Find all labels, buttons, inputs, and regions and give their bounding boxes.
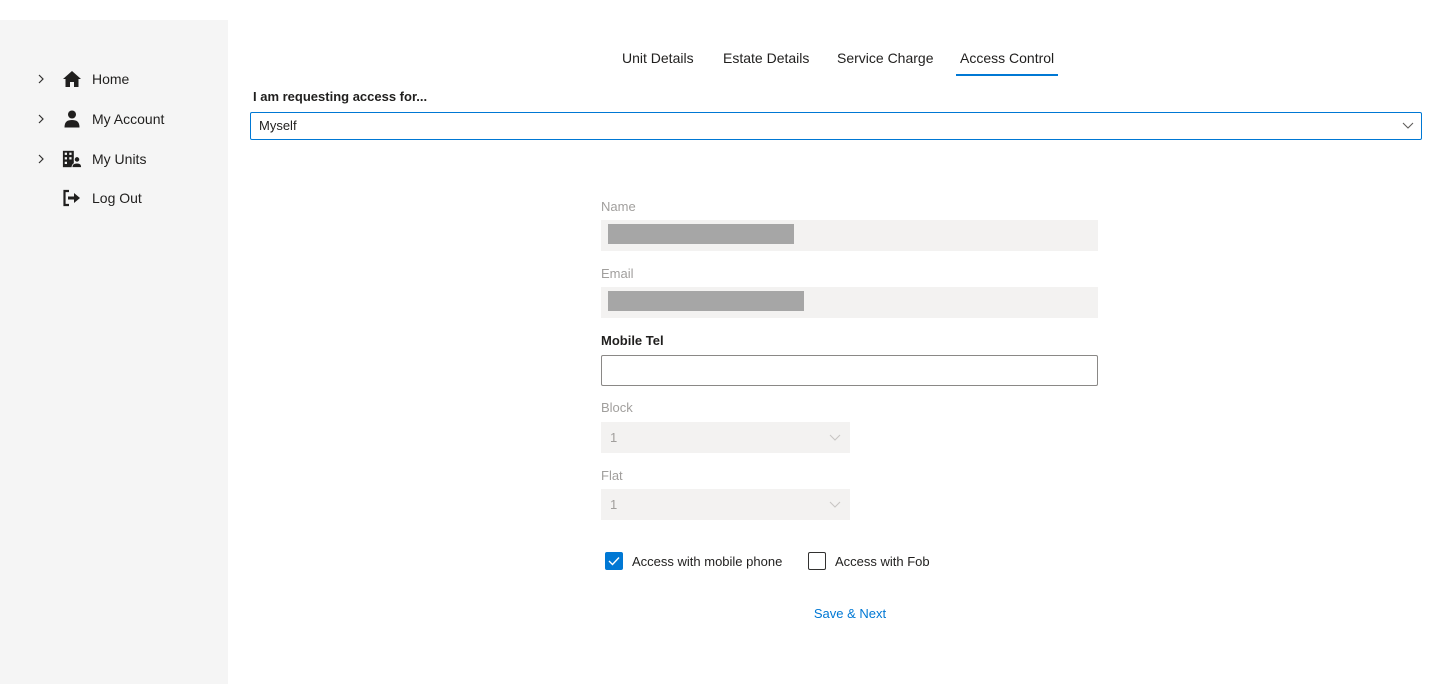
chevron-down-icon <box>1402 122 1414 129</box>
access-fob-label: Access with Fob <box>835 553 930 569</box>
chevron-right-icon[interactable] <box>36 107 46 131</box>
sidebar-item-my-account[interactable]: My Account <box>0 107 228 131</box>
name-label: Name <box>601 199 636 214</box>
save-next-button[interactable]: Save & Next <box>796 602 904 626</box>
tab-unit-details[interactable]: Unit Details <box>622 44 694 76</box>
sidebar: Home My Account My Units Log Out <box>0 20 228 684</box>
email-label: Email <box>601 266 634 281</box>
access-mobile-label: Access with mobile phone <box>632 553 783 569</box>
access-fob-checkbox[interactable]: Access with Fob <box>808 551 930 571</box>
sidebar-item-label: Log Out <box>92 190 142 206</box>
block-dropdown: 1 <box>601 422 850 453</box>
sidebar-item-my-units[interactable]: My Units <box>0 147 228 171</box>
sidebar-item-log-out[interactable]: Log Out <box>0 186 228 210</box>
chevron-down-icon <box>829 434 841 441</box>
mobile-tel-label: Mobile Tel <box>601 333 664 348</box>
flat-label: Flat <box>601 468 623 483</box>
sidebar-item-label: My Units <box>92 151 147 167</box>
person-icon <box>62 109 82 129</box>
building-person-icon <box>62 149 82 169</box>
chevron-down-icon <box>829 501 841 508</box>
access-mobile-checkbox[interactable]: Access with mobile phone <box>605 551 782 571</box>
sidebar-item-label: My Account <box>92 111 165 127</box>
sidebar-item-label: Home <box>92 71 130 87</box>
request-for-dropdown[interactable]: Myself <box>250 112 1422 140</box>
chevron-right-icon[interactable] <box>36 147 46 171</box>
tab-access-control[interactable]: Access Control <box>955 44 1059 76</box>
chevron-right-icon[interactable] <box>36 67 46 91</box>
checkmark-icon <box>608 557 620 566</box>
name-redaction <box>608 224 794 244</box>
flat-dropdown: 1 <box>601 489 850 520</box>
block-selected: 1 <box>610 430 618 445</box>
block-label: Block <box>601 400 633 415</box>
home-icon <box>62 69 82 89</box>
logout-icon <box>62 188 82 208</box>
tab-service-charge[interactable]: Service Charge <box>837 44 934 76</box>
request-for-selected: Myself <box>259 118 297 133</box>
sidebar-item-home[interactable]: Home <box>0 67 228 91</box>
email-redaction <box>608 291 804 311</box>
email-field <box>601 287 1098 318</box>
flat-selected: 1 <box>610 497 618 512</box>
mobile-tel-input[interactable] <box>601 355 1098 386</box>
tab-estate-details[interactable]: Estate Details <box>723 44 809 76</box>
request-for-label: I am requesting access for... <box>253 89 428 104</box>
name-field <box>601 220 1098 251</box>
checkbox-checked[interactable] <box>605 552 623 570</box>
checkbox-unchecked[interactable] <box>808 552 826 570</box>
